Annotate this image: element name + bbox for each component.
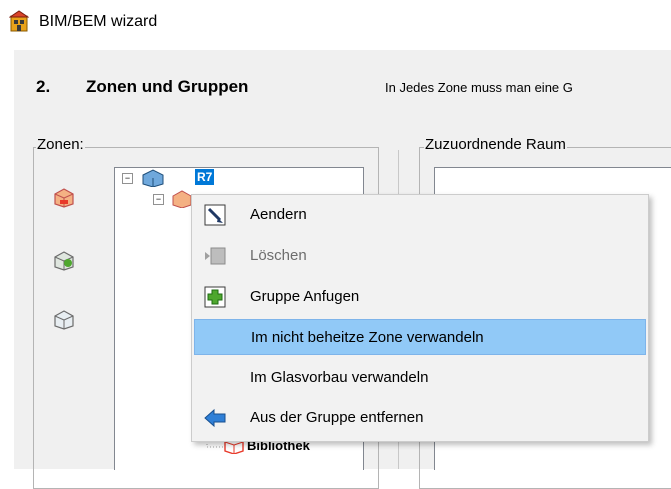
menu-label-nicht-beheitze-zone: Im nicht beheitze Zone verwandeln	[251, 329, 484, 346]
delete-icon	[205, 247, 226, 265]
unheated-zone-icon[interactable]	[52, 308, 76, 330]
window-title: BIM/BEM wizard	[39, 13, 158, 30]
menu-item-nicht-beheitze-zone[interactable]: Im nicht beheitze Zone verwandeln	[194, 319, 646, 355]
rooms-group-label: Zuzuordnende Raum	[424, 136, 567, 153]
child-collapse-toggle[interactable]: −	[153, 194, 164, 205]
menu-label-aus-gruppe-entfernen: Aus der Gruppe entfernen	[250, 409, 424, 426]
context-menu: Aendern Löschen Gruppe Anfugen Im nicht …	[191, 194, 649, 442]
title-bar: BIM/BEM wizard	[0, 0, 671, 50]
step-title: Zonen und Gruppen	[86, 77, 249, 96]
menu-label-glasvorbau: Im Glasvorbau verwandeln	[250, 369, 429, 386]
zone-node-icon	[142, 169, 164, 187]
menu-item-aus-gruppe-entfernen[interactable]: Aus der Gruppe entfernen	[194, 400, 646, 436]
menu-label-loeschen: Löschen	[250, 247, 307, 264]
menu-label-gruppe-anfugen: Gruppe Anfugen	[250, 288, 360, 305]
menu-item-glasvorbau[interactable]: Im Glasvorbau verwandeln	[194, 360, 646, 396]
menu-item-aendern[interactable]: Aendern	[194, 197, 646, 233]
tree-node-selected[interactable]: R7	[195, 169, 215, 185]
add-zone-icon[interactable]	[52, 249, 76, 271]
group-node-icon	[172, 190, 192, 208]
zones-group-label: Zonen:	[36, 136, 85, 153]
step-hint: In Jedes Zone muss man eine G	[385, 80, 573, 95]
building-app-icon	[9, 10, 29, 32]
menu-label-aendern: Aendern	[250, 206, 307, 223]
step-number: 2.	[36, 77, 51, 96]
edit-icon	[204, 204, 226, 226]
add-group-icon	[204, 286, 226, 308]
menu-item-loeschen[interactable]: Löschen	[194, 238, 646, 274]
menu-item-gruppe-anfugen[interactable]: Gruppe Anfugen	[194, 279, 646, 315]
collapse-toggle[interactable]: −	[122, 173, 133, 184]
arrow-left-icon	[204, 408, 226, 428]
heated-zone-icon[interactable]	[52, 186, 76, 208]
